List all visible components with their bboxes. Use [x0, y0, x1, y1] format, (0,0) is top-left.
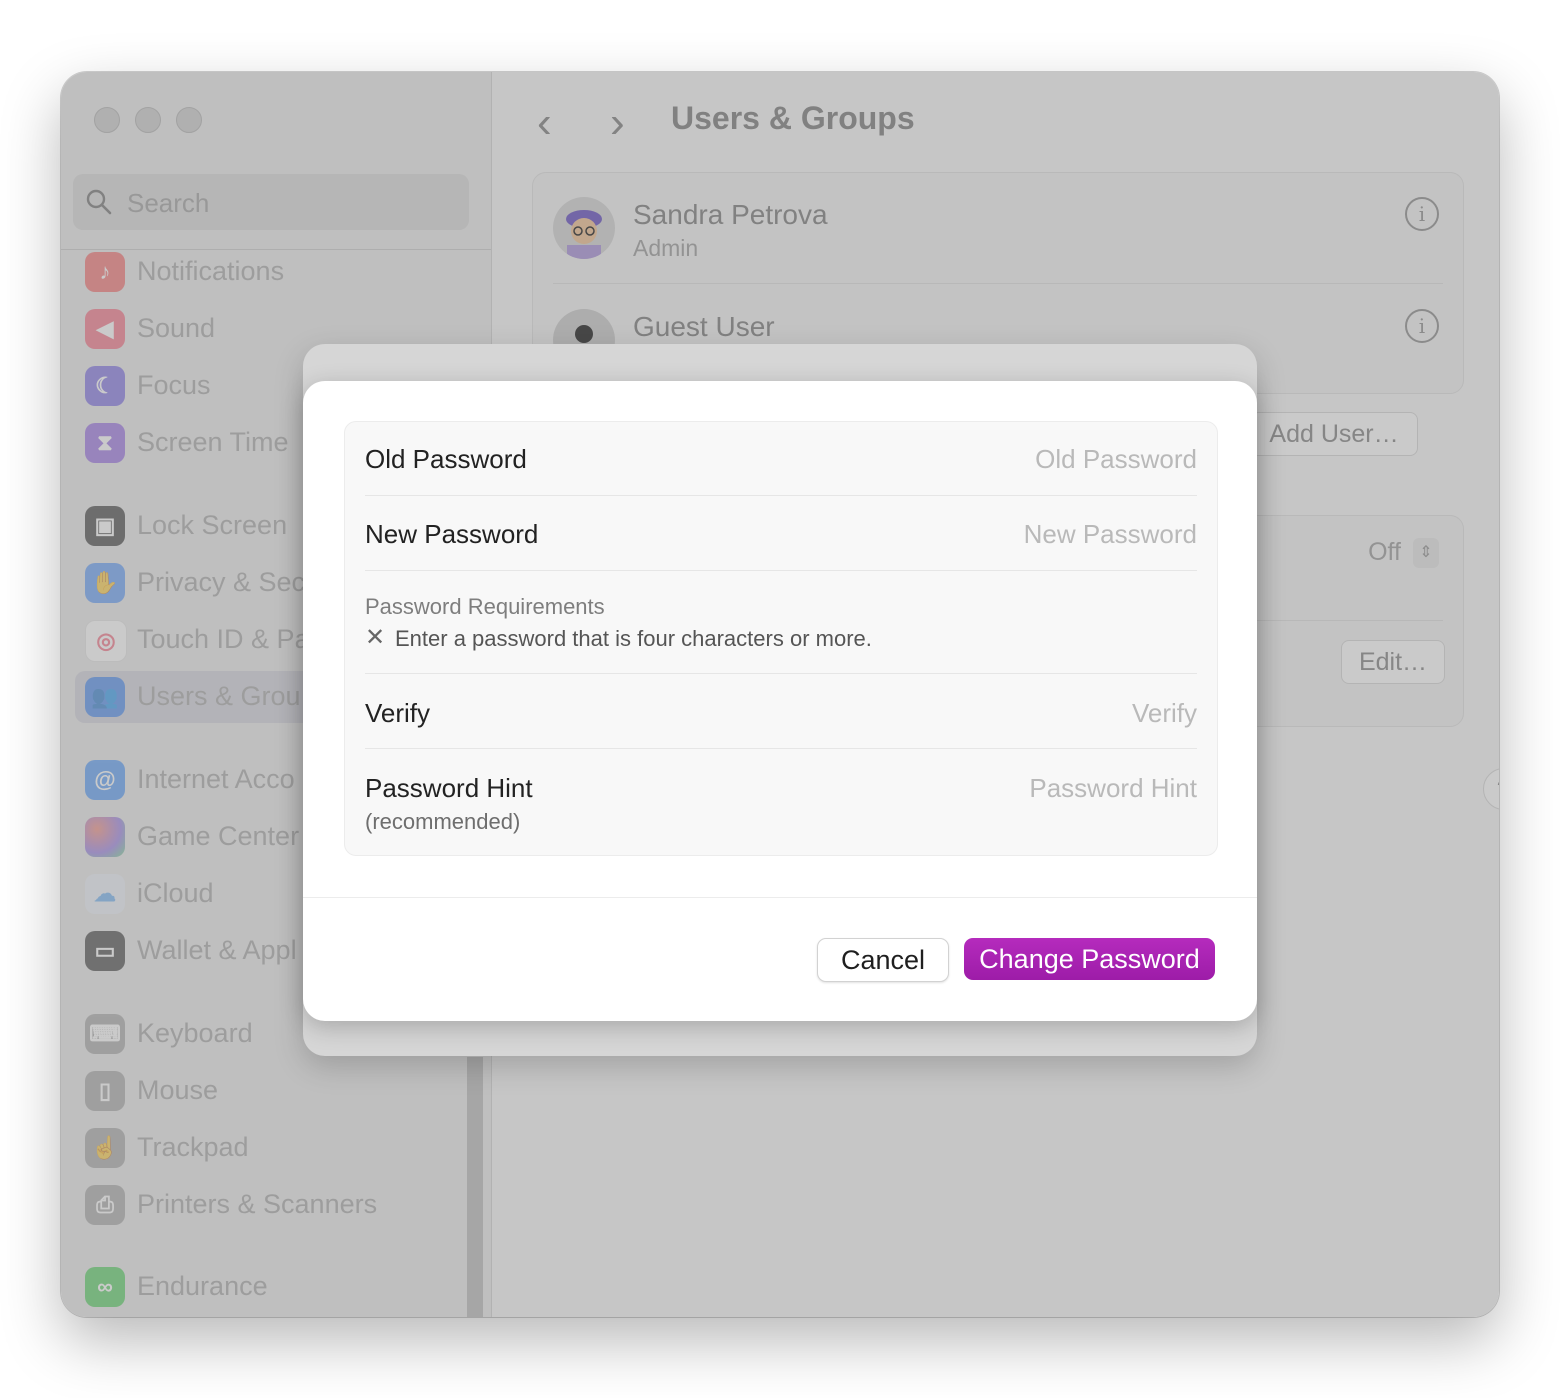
password-hint-sublabel: (recommended) [365, 809, 521, 834]
password-hint-label: Password Hint [365, 773, 533, 803]
row-divider [365, 673, 1197, 674]
dialog-divider [303, 897, 1257, 898]
old-password-label: Old Password [365, 444, 527, 474]
old-password-field[interactable]: Old Password [1035, 444, 1197, 475]
x-mark-icon: ✕ [365, 624, 386, 651]
password-hint-field[interactable]: Password Hint [1029, 773, 1197, 804]
cancel-button[interactable]: Cancel [817, 938, 949, 982]
change-password-button[interactable]: Change Password [964, 938, 1215, 980]
new-password-label: New Password [365, 519, 539, 549]
verify-field[interactable]: Verify [1132, 698, 1197, 729]
row-divider [365, 748, 1197, 749]
password-form: Old Password Old Password New Password N… [344, 421, 1218, 856]
verify-label: Verify [365, 698, 431, 728]
row-divider [365, 495, 1197, 496]
change-password-dialog: Old Password Old Password New Password N… [303, 381, 1257, 1021]
new-password-field[interactable]: New Password [1024, 519, 1197, 550]
password-requirement-text: Enter a password that is four characters… [395, 626, 872, 651]
row-divider [365, 570, 1197, 571]
password-requirements-title: Password Requirements [365, 594, 605, 619]
